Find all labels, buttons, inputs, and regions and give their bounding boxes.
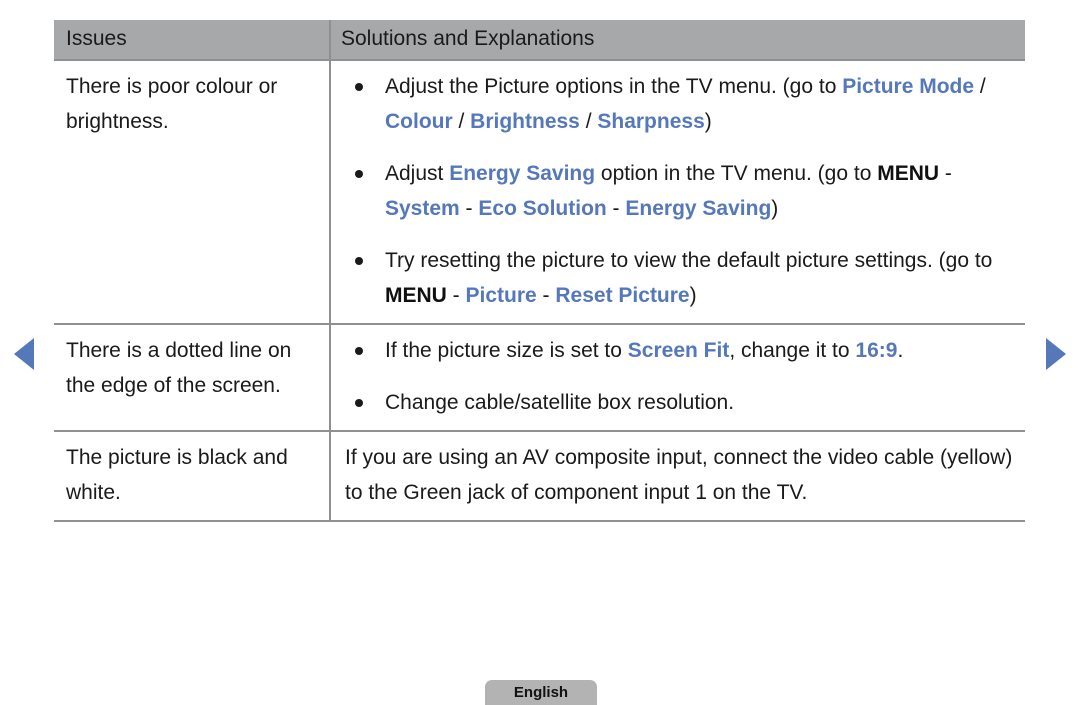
issue-cell: There is poor colour or brightness.	[54, 60, 330, 325]
table-body: There is poor colour or brightness. Adjus…	[54, 60, 1025, 522]
menu-path-term: Screen Fit	[627, 339, 730, 362]
menu-path-term: 16:9	[855, 339, 898, 362]
text-run: If you are using an AV composite input, …	[345, 446, 1013, 504]
table-row: The picture is black and white. If you ar…	[54, 431, 1025, 522]
troubleshooting-table: Issues Solutions and Explanations There …	[54, 20, 1025, 522]
menu-path-term: System	[385, 197, 460, 220]
text-run: -	[446, 284, 466, 307]
text-run: Try resetting the picture to view the de…	[385, 249, 993, 272]
column-header-solutions: Solutions and Explanations	[329, 20, 1025, 61]
text-run: Adjust the Picture options in the TV men…	[385, 75, 843, 98]
text-run: /	[579, 110, 598, 133]
text-run: Change cable/satellite box resolution.	[385, 391, 735, 414]
text-run: , change it to	[729, 339, 856, 362]
menu-path-term: MENU	[877, 162, 940, 185]
menu-path-term: Brightness	[470, 110, 580, 133]
text-run: .	[897, 339, 904, 362]
text-run: If the picture size is set to	[385, 339, 628, 362]
table-header-row: Issues Solutions and Explanations	[54, 20, 1025, 61]
text-run: )	[689, 284, 697, 307]
menu-path-term: Picture	[465, 284, 537, 307]
language-button-label: English	[513, 684, 569, 701]
solution-bullet-item: Adjust the Picture options in the TV men…	[341, 69, 1015, 139]
menu-path-term: Sharpness	[597, 110, 705, 133]
menu-path-term: Colour	[385, 110, 453, 133]
solution-bullet-item: Change cable/satellite box resolution.	[341, 385, 1015, 420]
text-run: )	[704, 110, 712, 133]
solution-bullet-list: If the picture size is set to Screen Fit…	[341, 333, 1015, 420]
menu-path-term: Picture Mode	[842, 75, 975, 98]
solution-cell: If you are using an AV composite input, …	[329, 431, 1025, 522]
menu-path-term: Energy Saving	[625, 197, 772, 220]
next-page-arrow-icon[interactable]	[1046, 338, 1066, 370]
text-run: -	[606, 197, 626, 220]
solution-bullet-list: Adjust the Picture options in the TV men…	[341, 69, 1015, 313]
table-header: Issues Solutions and Explanations	[54, 20, 1025, 61]
table-row: There is poor colour or brightness. Adjus…	[54, 60, 1025, 325]
solution-bullet-item: Try resetting the picture to view the de…	[341, 243, 1015, 313]
solution-bullet-item: Adjust Energy Saving option in the TV me…	[341, 156, 1015, 226]
column-header-issues: Issues	[54, 20, 330, 61]
language-button[interactable]: English	[485, 680, 597, 705]
text-run: /	[974, 75, 986, 98]
solution-cell: If the picture size is set to Screen Fit…	[329, 324, 1025, 432]
text-run: -	[939, 162, 952, 185]
menu-path-term: Eco Solution	[478, 197, 607, 220]
issue-cell: There is a dotted line on the edge of th…	[54, 324, 330, 432]
text-run: /	[452, 110, 471, 133]
troubleshooting-table-wrapper: Issues Solutions and Explanations There …	[54, 20, 1025, 522]
menu-path-term: MENU	[385, 284, 447, 307]
text-run: )	[771, 197, 779, 220]
table-row: There is a dotted line on the edge of th…	[54, 324, 1025, 432]
issue-cell: The picture is black and white.	[54, 431, 330, 522]
text-run: Adjust	[385, 162, 450, 185]
text-run: option in the TV menu. (go to	[595, 162, 878, 185]
solution-paragraph: If you are using an AV composite input, …	[341, 440, 1015, 510]
solution-bullet-item: If the picture size is set to Screen Fit…	[341, 333, 1015, 368]
menu-path-term: Energy Saving	[449, 162, 596, 185]
menu-path-term: Reset Picture	[555, 284, 690, 307]
text-run: -	[536, 284, 556, 307]
prev-page-arrow-icon[interactable]	[14, 338, 34, 370]
solution-cell: Adjust the Picture options in the TV men…	[329, 60, 1025, 325]
text-run: -	[459, 197, 479, 220]
